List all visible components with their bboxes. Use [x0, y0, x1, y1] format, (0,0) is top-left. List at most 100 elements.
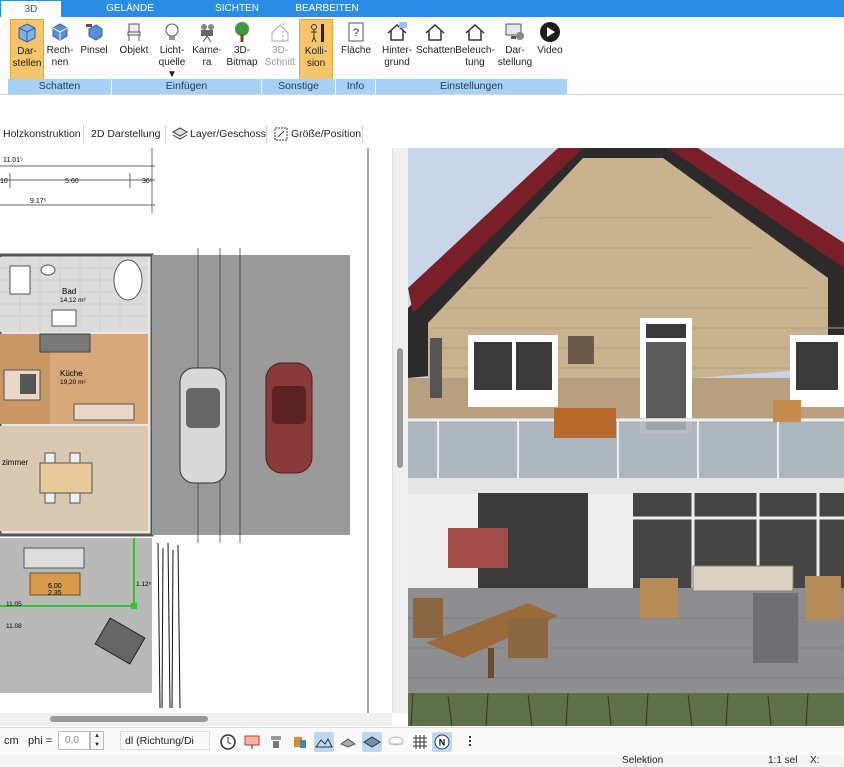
- pinsel-label: Pinsel: [80, 45, 108, 56]
- floor-plan-view[interactable]: 11.01⁵ 5.60 36⁵ 9.17⁵ 10 Bad 14,12 m² Kü…: [0, 148, 392, 713]
- separator: [362, 125, 363, 143]
- vertical-scrollbar-thumb[interactable]: [397, 348, 403, 468]
- room-name-zimmer: zimmer: [2, 458, 29, 467]
- tab-sichten[interactable]: SICHTEN: [197, 0, 277, 17]
- hintergrund-button[interactable]: Hinter- grund: [378, 19, 416, 81]
- group-schatten: Schatten: [8, 79, 112, 94]
- beleuchtung-label: Beleuch- tung: [455, 45, 495, 68]
- 3d-schnitt-button[interactable]: 3D- Schnitt: [263, 19, 297, 81]
- floor-plan-canvas[interactable]: 11.01⁵ 5.60 36⁵ 9.17⁵ 10 Bad 14,12 m² Kü…: [0, 148, 392, 713]
- schatten-button[interactable]: Schatten: [416, 19, 456, 81]
- svg-text:N: N: [439, 738, 446, 748]
- group-info: Info: [336, 79, 376, 94]
- clock-icon[interactable]: [218, 732, 238, 752]
- walls-icon[interactable]: [338, 732, 358, 752]
- separator: [165, 125, 166, 143]
- status-coordinate: X:: [810, 755, 820, 766]
- schatten-label: Schatten: [416, 45, 456, 56]
- horizontal-scrollbar[interactable]: [0, 713, 392, 726]
- floor-icon[interactable]: [362, 732, 382, 752]
- tab-3d[interactable]: 3D: [0, 0, 62, 17]
- play-icon: [540, 22, 560, 42]
- lightbulb-icon: [165, 23, 179, 40]
- dim-label: 11.05: [6, 601, 22, 608]
- 3d-bitmap-button[interactable]: 3D- Bitmap: [225, 19, 259, 81]
- video-label: Video: [537, 45, 563, 56]
- view-splitter[interactable]: [392, 148, 408, 713]
- darstellen-label: Dar- stellen: [12, 46, 42, 69]
- tree-icon: [235, 22, 249, 42]
- group-einstellungen: Einstellungen: [376, 79, 568, 94]
- dim-label: 11.01⁵: [3, 157, 23, 164]
- kamera-button[interactable]: Kame- ra: [191, 19, 223, 81]
- tab-bearbeiten[interactable]: BEARBEITEN: [287, 0, 367, 17]
- ceiling-icon[interactable]: [386, 732, 406, 752]
- grid-icon[interactable]: [410, 732, 430, 752]
- pinsel-button[interactable]: Pinsel: [78, 19, 110, 81]
- flaeche-label: Fläche: [340, 45, 371, 56]
- darstellung-label: Dar- stellung: [497, 45, 533, 68]
- more-options-icon[interactable]: [460, 732, 480, 752]
- darstellen-button[interactable]: Dar- stellen: [10, 19, 44, 81]
- room-area-kueche: 19,20 m²: [60, 379, 86, 386]
- tool-icon[interactable]: [266, 732, 286, 752]
- kollision-label: Kolli- sion: [304, 46, 328, 69]
- objekt-button[interactable]: Objekt: [116, 19, 152, 81]
- cube-render-icon: [52, 23, 68, 41]
- lichtquelle-label: Licht- quelle ▼: [158, 45, 186, 80]
- horizontal-scrollbar-thumb[interactable]: [50, 716, 208, 722]
- kamera-label: Kame- ra: [192, 45, 222, 68]
- groesse-position-button[interactable]: Größe/Position: [288, 124, 364, 144]
- phi-stepper[interactable]: ▲ ▼: [90, 731, 104, 750]
- 2d-darstellung-button[interactable]: 2D Darstellung: [88, 124, 163, 144]
- status-mode: Selektion: [622, 755, 664, 766]
- dim-label: 5.60: [65, 178, 79, 185]
- objects-icon[interactable]: [290, 732, 310, 752]
- ribbon-tab-bar: 3D GELÄNDE SICHTEN BEARBEITEN: [0, 0, 844, 17]
- north-icon[interactable]: N: [432, 732, 452, 752]
- brush-icon: [86, 24, 103, 41]
- section-icon: [271, 23, 289, 42]
- group-einfuegen: Einfügen: [112, 79, 262, 94]
- layer-geschoss-button[interactable]: Layer/Geschoss: [187, 124, 269, 144]
- tab-gelaende[interactable]: GELÄNDE: [90, 0, 170, 17]
- status-scale: 1:1 sel: [768, 755, 798, 766]
- layers-icon: [172, 127, 188, 140]
- kollision-button[interactable]: Kolli- sion: [299, 19, 333, 81]
- beleuchtung-button[interactable]: Beleuch- tung: [455, 19, 495, 81]
- sub-toolbar: Holzkonstruktion 2D Darstellung Layer/Ge…: [0, 120, 370, 148]
- 3d-view[interactable]: [408, 148, 844, 726]
- person-icon: [311, 24, 324, 43]
- darstellung-button[interactable]: Dar- stellung: [496, 19, 534, 81]
- house-shadow-icon: [425, 23, 445, 41]
- holzkonstruktion-button[interactable]: Holzkonstruktion: [0, 124, 84, 144]
- bottom-toolbar: cm phi = ▲▼ dl (Richtung/Di N: [0, 727, 844, 755]
- dim-label: 1.12⁵: [136, 581, 152, 588]
- terrain-icon[interactable]: [314, 732, 334, 752]
- terrace-dim: 2.35: [48, 590, 62, 597]
- phi-label: phi =: [28, 735, 53, 747]
- monitor-gear-icon: [505, 23, 524, 40]
- dim-label: 11.08: [6, 623, 22, 630]
- status-bar: Selektion 1:1 sel X:: [0, 755, 844, 767]
- video-button[interactable]: Video: [534, 19, 566, 81]
- presentation-icon[interactable]: [242, 732, 262, 752]
- cube-icon: [18, 23, 36, 43]
- phi-input[interactable]: [58, 731, 90, 750]
- unit-label: cm: [4, 735, 19, 747]
- camera-icon: [201, 24, 214, 43]
- 3d-bitmap-label: 3D- Bitmap: [226, 45, 258, 68]
- 3d-render[interactable]: [408, 148, 844, 726]
- resize-icon: [274, 127, 288, 141]
- area-info-icon: ?: [348, 22, 364, 42]
- 3d-schnitt-label: 3D- Schnitt: [264, 45, 296, 68]
- flaeche-button[interactable]: ? Fläche: [338, 19, 374, 81]
- lichtquelle-button[interactable]: Licht- quelle ▼: [155, 19, 189, 81]
- rechnen-button[interactable]: Rech- nen: [45, 19, 75, 81]
- direction-dropdown[interactable]: dl (Richtung/Di: [120, 731, 210, 750]
- room-name-kueche: Küche: [60, 369, 83, 378]
- house-light-icon: [465, 23, 485, 41]
- separator: [83, 125, 84, 143]
- dim-label: 36⁵: [142, 178, 153, 185]
- terrace-dim: 6.00: [48, 583, 62, 590]
